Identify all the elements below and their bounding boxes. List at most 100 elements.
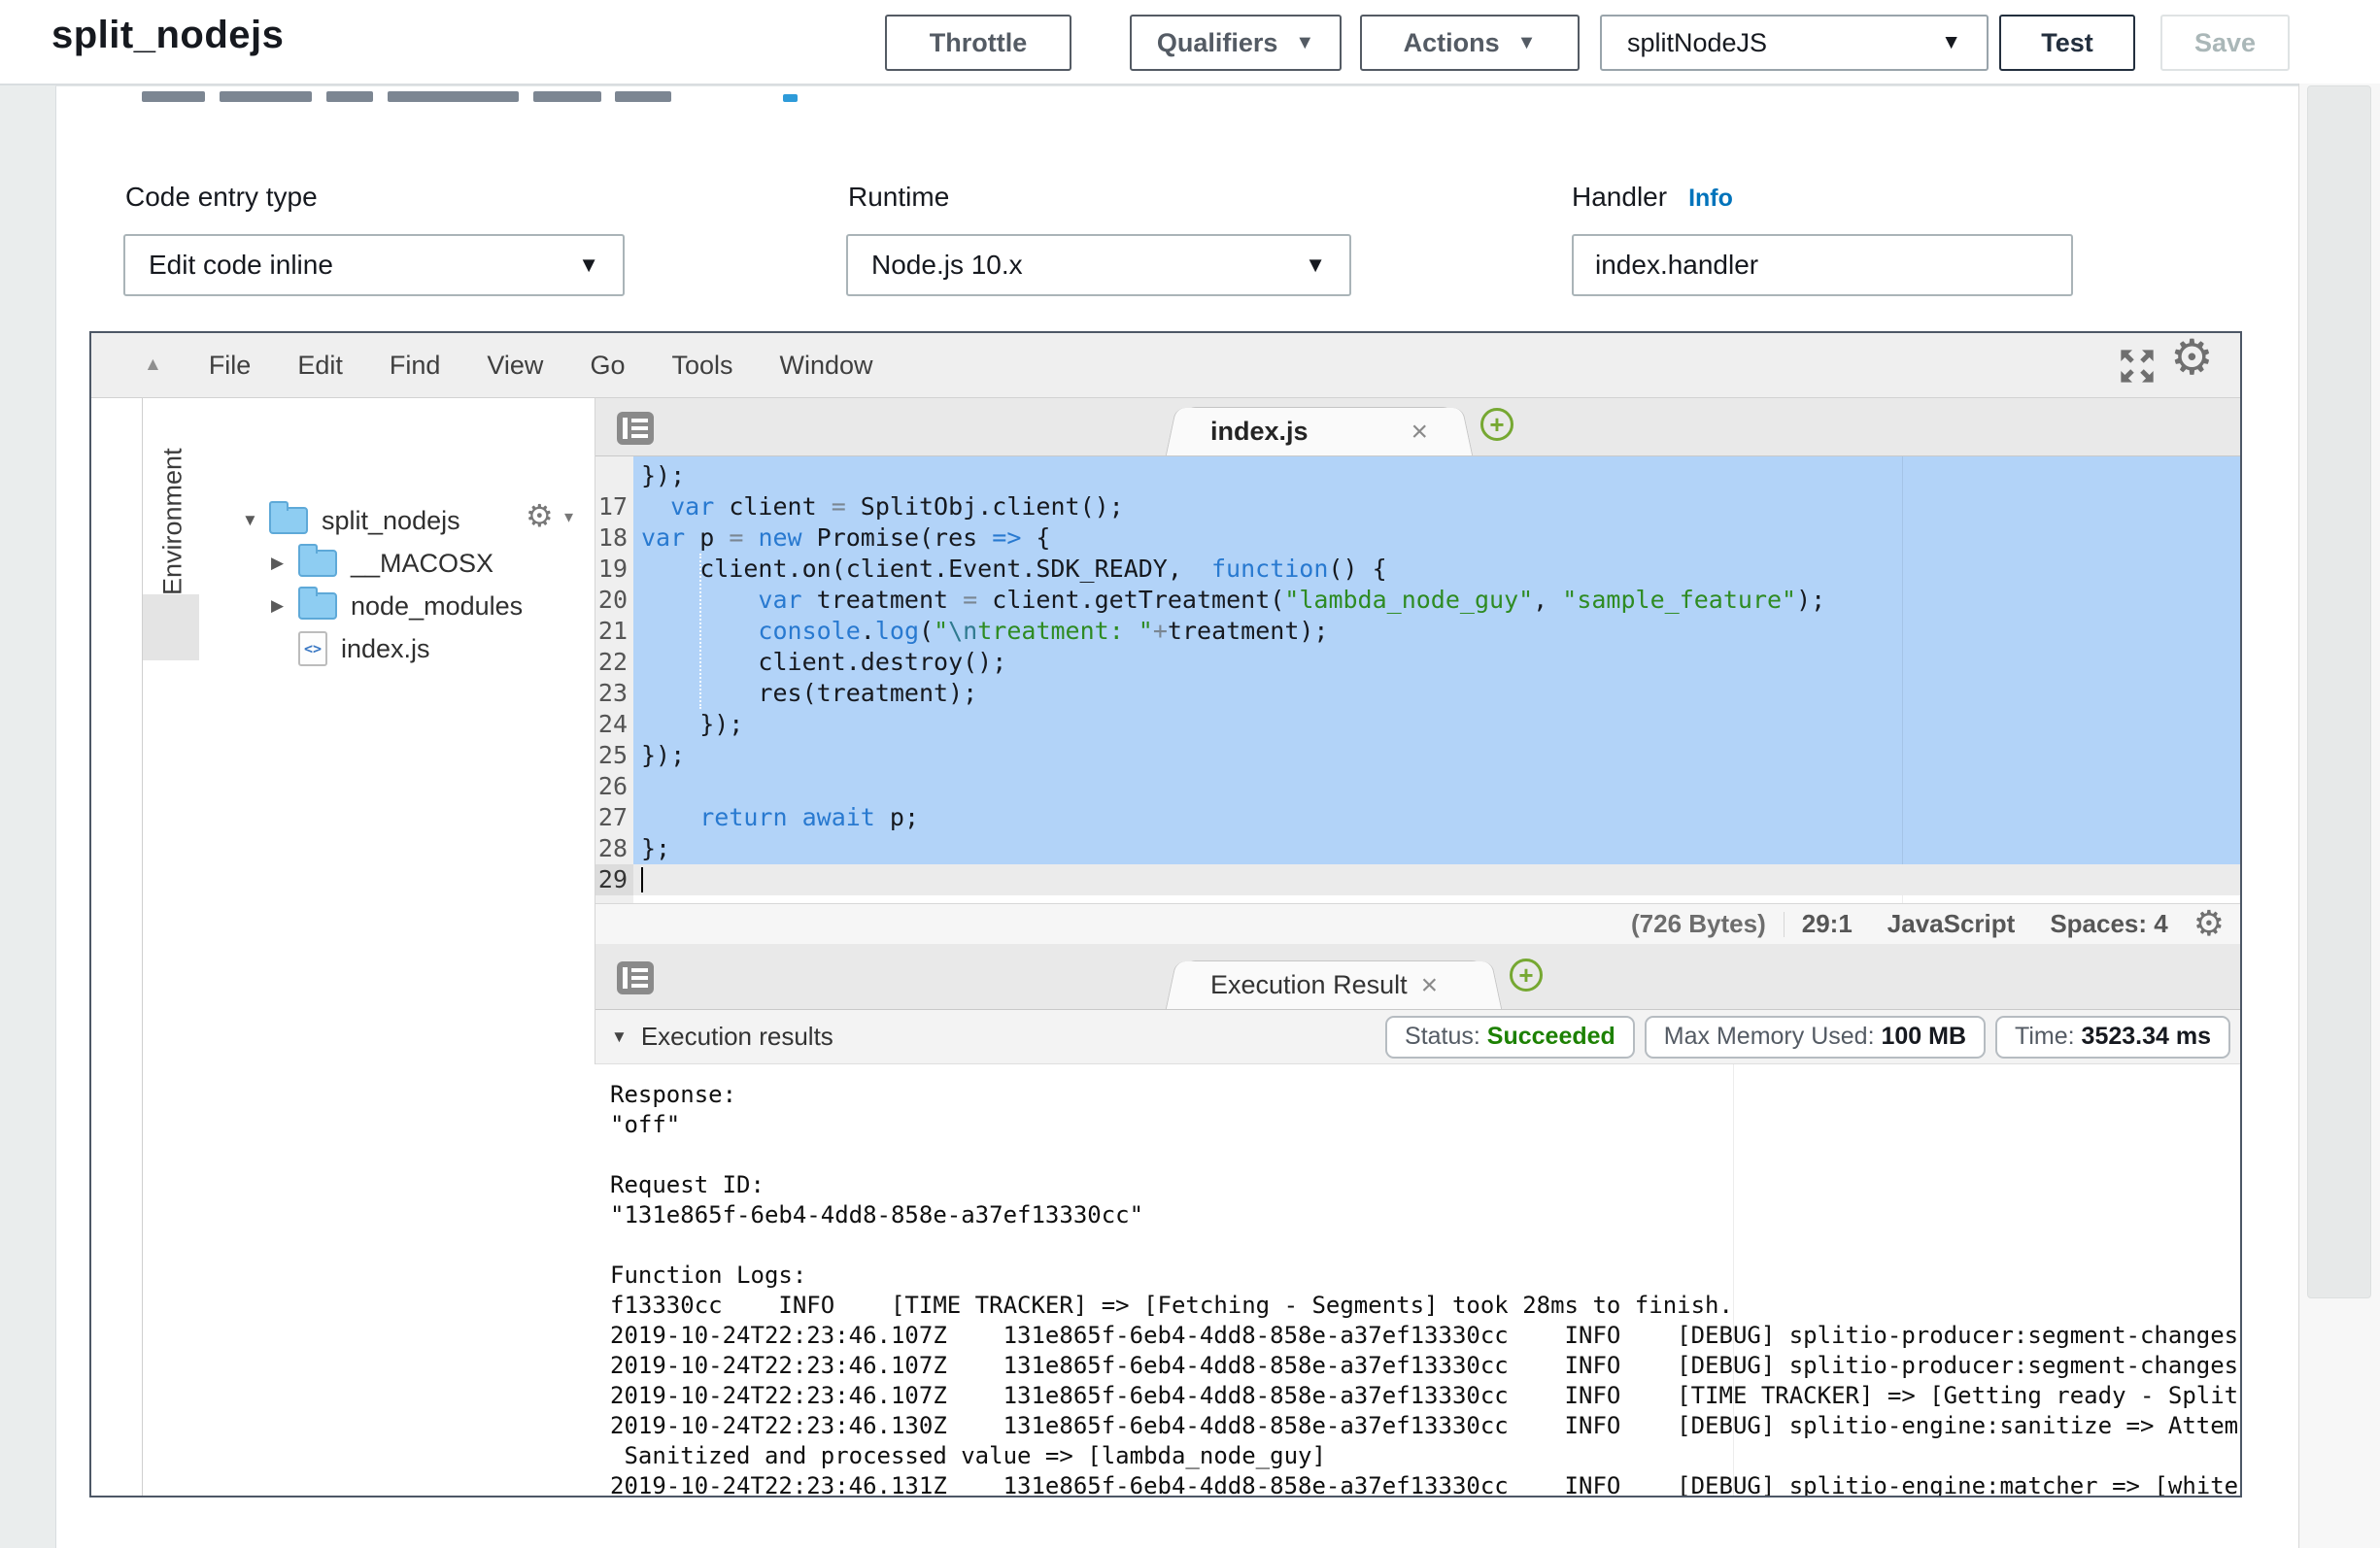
tab-list-icon[interactable] <box>617 412 654 445</box>
add-tab-icon[interactable]: + <box>1510 959 1543 992</box>
test-button[interactable]: Test <box>1999 15 2135 71</box>
code-token <box>641 803 699 831</box>
code-token: "sample_feature" <box>1562 586 1796 614</box>
tree-item--macosx[interactable]: ▶__MACOSX <box>199 542 588 585</box>
code-line: }; <box>641 833 670 864</box>
code-token: client.on(client.Event.SDK_READY, <box>641 555 1211 583</box>
status-badge-value: Succeeded <box>1487 1023 1615 1051</box>
expand-arrow-icon[interactable]: ▶ <box>271 596 298 616</box>
code-token: }); <box>641 461 685 489</box>
clipped-scrolled-content <box>388 91 519 102</box>
code-token: p; <box>875 803 919 831</box>
language-mode-selector[interactable]: JavaScript <box>1870 909 2033 939</box>
code-token: var <box>758 586 801 614</box>
clipped-scrolled-content <box>220 91 312 102</box>
code-token: + <box>1153 617 1168 645</box>
time-badge: Time: 3523.34 ms <box>1995 1016 2230 1059</box>
gear-icon[interactable]: ⚙ <box>2170 331 2214 386</box>
tree-item-node-modules[interactable]: ▶node_modules <box>199 585 588 627</box>
editor-menu-bar: ▲ File Edit Find View Go Tools Window <box>91 333 2240 398</box>
throttle-button[interactable]: Throttle <box>885 15 1071 71</box>
handler-input[interactable] <box>1572 234 2073 296</box>
code-line: }); <box>641 740 685 771</box>
code-token: p <box>685 523 729 552</box>
test-event-select[interactable]: splitNodeJS▼ <box>1600 15 1989 71</box>
code-line: client.on(client.Event.SDK_READY, functi… <box>641 554 1387 585</box>
add-tab-icon[interactable]: + <box>1480 408 1513 441</box>
close-icon[interactable]: × <box>1421 969 1439 1002</box>
qualifiers-button[interactable]: Qualifiers▼ <box>1130 15 1342 71</box>
log-line: Response: <box>610 1080 736 1110</box>
tab-list-icon[interactable] <box>617 961 654 994</box>
code-line: var p = new Promise(res => { <box>641 522 1050 554</box>
handler-label-text: Handler <box>1572 182 1667 212</box>
collapse-arrow-icon[interactable]: ▼ <box>242 511 269 530</box>
log-line: Function Logs: <box>610 1261 806 1291</box>
runtime-select[interactable]: Node.js 10.x ▼ <box>846 234 1351 296</box>
tab-index-js-label: index.js <box>1210 417 1309 447</box>
tree-item-index-js[interactable]: <>index.js <box>199 627 588 670</box>
chevron-down-icon[interactable]: ▾ <box>564 507 573 527</box>
indentation-selector[interactable]: Spaces: 4 <box>2032 909 2185 939</box>
gear-icon[interactable]: ⚙ <box>2186 904 2228 944</box>
log-line: 2019-10-24T22:23:46.107Z 131e865f-6eb4-4… <box>610 1321 2238 1351</box>
code-token <box>641 492 670 521</box>
menu-item-tools[interactable]: Tools <box>671 351 732 381</box>
clipped-scrolled-content <box>326 91 373 102</box>
result-badges: Status: Succeeded Max Memory Used: 100 M… <box>1385 1016 2230 1059</box>
actions-button[interactable]: Actions▼ <box>1360 15 1580 71</box>
save-button[interactable]: Save <box>2160 15 2290 71</box>
clipped-scrolled-content <box>615 91 671 102</box>
cursor-position-indicator[interactable]: 29:1 <box>1785 909 1870 939</box>
gear-icon[interactable]: ⚙ <box>526 497 554 534</box>
menu-item-view[interactable]: View <box>487 351 543 381</box>
code-token: client.getTreatment( <box>977 586 1284 614</box>
code-token: log <box>875 617 919 645</box>
chevron-down-icon: ▼ <box>1517 32 1537 54</box>
menu-item-find[interactable]: Find <box>390 351 441 381</box>
expand-arrow-icon[interactable]: ▶ <box>271 554 298 573</box>
time-badge-label: Time: <box>2015 1023 2082 1051</box>
fullscreen-icon[interactable] <box>2118 347 2157 386</box>
clipped-scrolled-content <box>142 91 205 102</box>
collapse-editor-icon[interactable]: ▲ <box>144 354 162 376</box>
code-line: res(treatment); <box>641 678 977 709</box>
scrollbar-thumb[interactable] <box>2307 85 2371 1298</box>
code-token: ); <box>1796 586 1825 614</box>
tab-execution-result[interactable]: Execution Result × <box>1184 960 1483 1009</box>
code-token: new <box>758 523 801 552</box>
folder-icon <box>298 592 337 620</box>
tree-item-split-nodejs[interactable]: ▼split_nodejs⚙▾ <box>199 499 588 542</box>
code-token: await <box>802 803 875 831</box>
handler-info-link[interactable]: Info <box>1688 185 1733 212</box>
execution-log-output[interactable]: Response:"off"Request ID:"131e865f-6eb4-… <box>595 1064 2240 1496</box>
menu-item-file[interactable]: File <box>209 351 252 381</box>
code-token: => <box>992 523 1021 552</box>
line-number: 27 <box>598 802 628 833</box>
editor-status-bar: (726 Bytes) 29:1 JavaScript Spaces: 4 ⚙ <box>595 903 2240 944</box>
test-button-label: Test <box>2041 28 2093 58</box>
results-tab-bar: Execution Result × + <box>595 944 2240 1010</box>
tab-index-js[interactable]: index.js × <box>1184 407 1454 455</box>
time-badge-value: 3523.34 ms <box>2082 1023 2211 1051</box>
code-token: function <box>1211 555 1328 583</box>
disclosure-triangle-icon[interactable]: ▼ <box>611 1027 628 1047</box>
line-number: 24 <box>598 709 628 740</box>
code-token: treatment); <box>1168 617 1329 645</box>
menu-item-go[interactable]: Go <box>590 351 625 381</box>
log-line: "off" <box>610 1110 680 1140</box>
text-cursor <box>641 867 643 892</box>
folder-icon <box>298 550 337 577</box>
code-tab-bar: index.js × + <box>595 398 2240 456</box>
code-token: "lambda_node_guy" <box>1284 586 1533 614</box>
menu-item-window[interactable]: Window <box>780 351 873 381</box>
code-entry-type-select[interactable]: Edit code inline ▼ <box>123 234 625 296</box>
code-line: client.destroy(); <box>641 647 1006 678</box>
code-token: client <box>714 492 831 521</box>
code-token: = <box>832 492 846 521</box>
code-editor-frame: ▲ FileEditFindViewGoToolsWindow ⚙ Enviro… <box>89 331 2242 1498</box>
menu-item-edit[interactable]: Edit <box>297 351 343 381</box>
close-icon[interactable]: × <box>1411 416 1428 449</box>
line-number: 18 <box>598 522 628 554</box>
code-editor-area[interactable]: }); var client = SplitObj.client();var p… <box>633 456 2240 903</box>
